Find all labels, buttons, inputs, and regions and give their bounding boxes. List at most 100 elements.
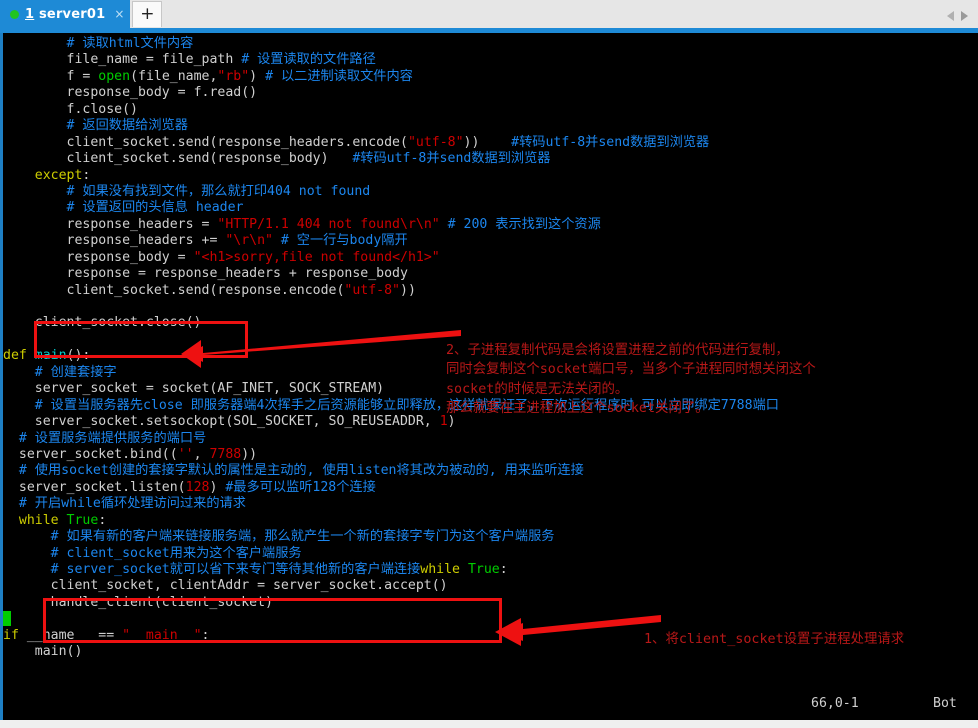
code-line: while True: bbox=[3, 513, 978, 529]
code-token: True bbox=[66, 512, 99, 528]
code-token: handle_client(client_socket) bbox=[50, 594, 273, 610]
code-token: f.close() bbox=[66, 101, 138, 117]
code-token: server_socket.setsockopt(SOL_SOCKET, SO_… bbox=[34, 414, 440, 430]
annotation-line: 那么就要在主进程加上这个socket关闭了。 bbox=[446, 401, 709, 417]
code-token: "rb" bbox=[217, 68, 250, 84]
window-bottom-bar bbox=[0, 720, 978, 728]
code-line: handle_client(client_socket) bbox=[3, 595, 978, 611]
code-line: # 开启while循环处理访问过来的请求 bbox=[3, 496, 978, 512]
new-tab-button[interactable]: + bbox=[132, 1, 163, 27]
tab-bar-spacer bbox=[162, 0, 946, 28]
annotation-line: 2、子进程复制代码是会将设置进程之前的代码进行复制， bbox=[446, 343, 789, 358]
code-token: # 返回数据给浏览器 bbox=[66, 118, 188, 134]
code-token: '' bbox=[177, 446, 194, 462]
code-token: except bbox=[34, 167, 83, 183]
code-token: def bbox=[3, 348, 27, 364]
code-line: response = response_headers + response_b… bbox=[3, 266, 978, 282]
code-token: "\r\n" bbox=[225, 233, 273, 249]
code-token: "<h1>sorry,file not found</h1>" bbox=[193, 249, 440, 265]
code-token: response_headers += bbox=[66, 233, 226, 249]
code-token: # 空一行与body隔开 bbox=[280, 233, 408, 249]
code-token: "__main__" bbox=[122, 627, 202, 643]
code-token: response = response_headers + response_b… bbox=[66, 266, 408, 282]
code-line: response_body = f.read() bbox=[3, 85, 978, 101]
code-line: client_socket.send(response_body) #转码utf… bbox=[3, 151, 978, 167]
tab-label: 1 server01 bbox=[25, 7, 105, 22]
annotation-line: socket的时候是无法关闭的。 bbox=[446, 381, 629, 397]
code-token: #最多可以监听128个连接 bbox=[225, 479, 376, 495]
code-token: , bbox=[193, 446, 210, 462]
code-line: # 读取html文件内容 bbox=[3, 36, 978, 52]
chevron-right-icon[interactable] bbox=[960, 10, 969, 22]
code-token: client_socket.send(response_body) bbox=[66, 151, 353, 167]
code-line: file_name = file_path # 设置读取的文件路径 bbox=[3, 52, 978, 68]
code-line: # server_socket就可以省下来专门等待其他新的客户端连接while … bbox=[3, 562, 978, 578]
tab-nav-group bbox=[946, 10, 978, 28]
code-token: __name__ == bbox=[18, 627, 123, 643]
code-token: main bbox=[34, 348, 67, 364]
cursor-position: 66,0-1 bbox=[811, 696, 859, 711]
tab-status-dot-icon bbox=[10, 9, 19, 19]
code-token: file_name = file_path bbox=[66, 52, 242, 68]
chevron-left-icon[interactable] bbox=[946, 10, 955, 22]
code-line: # 如果没有找到文件，那么就打印404 not found bbox=[3, 184, 978, 200]
code-token: if bbox=[3, 627, 19, 643]
code-line: client_socket, clientAddr = server_socke… bbox=[3, 578, 978, 594]
code-token: # 设置读取的文件路径 bbox=[241, 52, 376, 68]
code-line: server_socket.bind(('', 7788)) bbox=[3, 447, 978, 463]
code-token: #转码utf-8并send数据到浏览器 bbox=[511, 134, 710, 150]
code-line: # 设置服务端提供服务的端口号 bbox=[3, 431, 978, 447]
code-line: # 如果有新的客户端来链接服务端，那么就产生一个新的套接字专门为这个客户端服务 bbox=[3, 529, 978, 545]
code-line: client_socket.send(response_headers.enco… bbox=[3, 135, 978, 151]
code-token: client_socket, clientAddr = server_socke… bbox=[50, 578, 448, 594]
annotation-1-text: 1、将client_socket设置子进程处理请求 bbox=[644, 630, 904, 649]
code-token: ) bbox=[209, 479, 226, 495]
code-token: ) bbox=[249, 68, 266, 84]
code-line: response_headers = "HTTP/1.1 404 not fou… bbox=[3, 217, 978, 233]
code-token: )) bbox=[400, 282, 416, 298]
tab-index: 1 bbox=[25, 6, 35, 22]
code-line: response_headers += "\r\n" # 空一行与body隔开 bbox=[3, 233, 978, 249]
code-token: f = bbox=[66, 68, 99, 84]
code-token: 7788 bbox=[209, 446, 242, 462]
code-token: # server_socket就可以省下来专门等待其他新的客户端连接 bbox=[50, 562, 421, 577]
tab-server01[interactable]: 1 server01 × bbox=[0, 0, 131, 28]
code-token: (): bbox=[66, 348, 91, 364]
code-token: : bbox=[201, 627, 210, 643]
code-line bbox=[3, 611, 978, 627]
code-token: server_socket = socket(AF_INET, SOCK_STR… bbox=[34, 381, 385, 397]
code-token: client_socket.send(response_headers.enco… bbox=[66, 134, 408, 150]
code-token: )) bbox=[241, 446, 258, 462]
code-line: server_socket.listen(128) #最多可以监听128个连接 bbox=[3, 480, 978, 496]
code-line: response_body = "<h1>sorry,file not foun… bbox=[3, 250, 978, 266]
code-token: main() bbox=[34, 644, 83, 660]
code-token: open bbox=[98, 68, 131, 84]
code-token: "utf-8" bbox=[407, 134, 464, 150]
code-line: client_socket.send(response.encode("utf-… bbox=[3, 283, 978, 299]
code-token: "utf-8" bbox=[344, 282, 400, 298]
code-token: # 设置返回的头信息 header bbox=[66, 200, 244, 216]
code-token: # 设置服务端提供服务的端口号 bbox=[18, 430, 207, 446]
code-line: f = open(file_name,"rb") # 以二进制读取文件内容 bbox=[3, 69, 978, 85]
code-line: f.close() bbox=[3, 102, 978, 118]
terminal-body[interactable]: # 读取html文件内容 file_name = file_path # 设置读… bbox=[0, 33, 978, 720]
code-token: (file_name, bbox=[130, 68, 218, 84]
annotation-2-text: 2、子进程复制代码是会将设置进程之前的代码进行复制， 同时会复制这个socket端… bbox=[446, 341, 816, 419]
code-token: # 读取html文件内容 bbox=[66, 36, 194, 51]
code-token: 128 bbox=[185, 479, 210, 495]
code-token: while bbox=[420, 562, 460, 577]
code-token: # client_socket用来为这个客户端服务 bbox=[50, 545, 302, 561]
code-token: response_body = bbox=[66, 249, 194, 265]
code-token: # 创建套接字 bbox=[34, 364, 117, 380]
code-token: : bbox=[98, 512, 107, 528]
annotation-line: 1、将client_socket设置子进程处理请求 bbox=[644, 632, 905, 647]
code-token: True bbox=[467, 562, 500, 577]
close-icon[interactable]: × bbox=[114, 8, 124, 20]
code-token: "HTTP/1.1 404 not found\r\n" bbox=[217, 216, 440, 232]
code-token: : bbox=[82, 167, 91, 183]
